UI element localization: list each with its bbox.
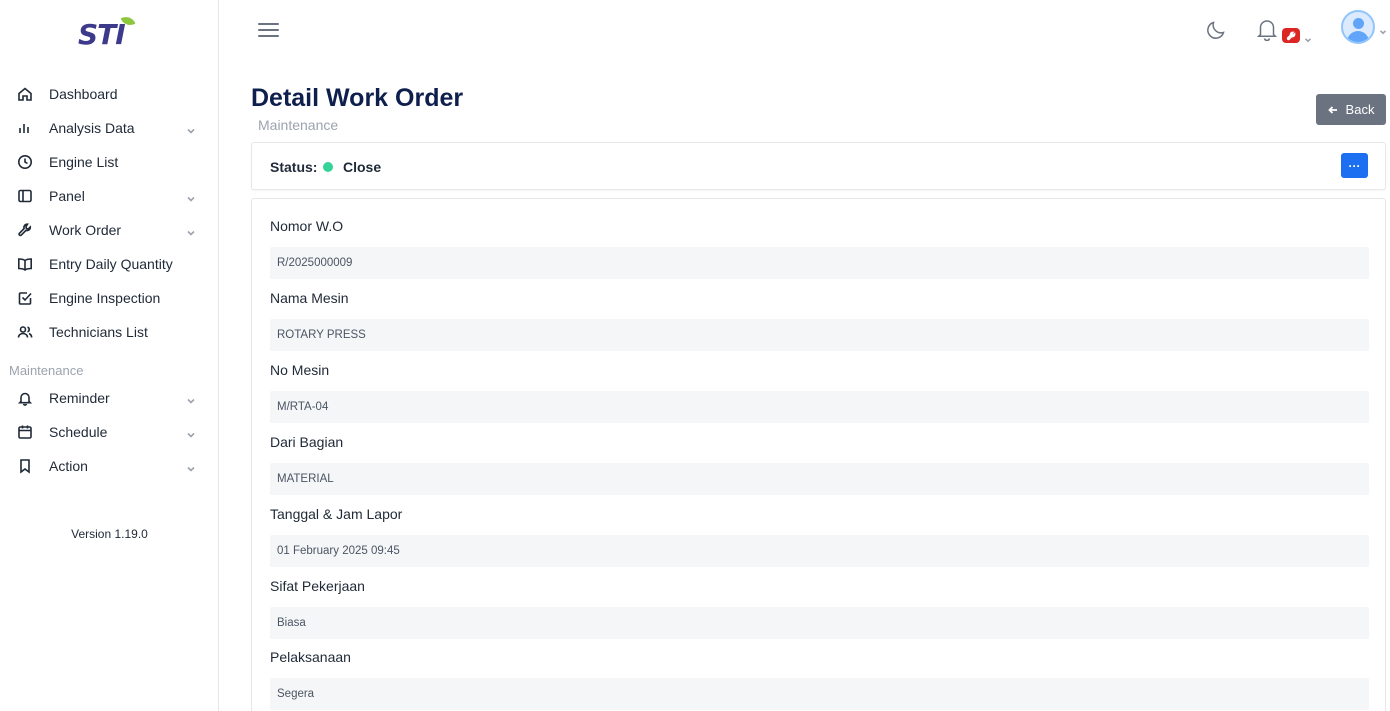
clock-icon <box>16 153 33 170</box>
field-dari-bagian: Dari Bagian MATERIAL <box>270 434 1369 495</box>
sidebar-item-technicians-list[interactable]: Technicians List <box>0 315 219 349</box>
chevron-down-icon <box>186 393 196 404</box>
wrench-icon <box>16 221 33 238</box>
sidebar-nav: Dashboard Analysis Data Engine List Pane… <box>0 77 219 483</box>
sidebar-item-schedule[interactable]: Schedule <box>0 415 219 449</box>
book-open-icon <box>16 255 33 272</box>
field-label: Tanggal & Jam Lapor <box>270 506 403 522</box>
work-order-detail-card: Nomor W.O R/2025000009 Nama Mesin ROTARY… <box>251 198 1386 711</box>
field-value: Segera <box>270 678 1369 710</box>
sidebar-item-action[interactable]: Action <box>0 449 219 483</box>
user-icon <box>1353 18 1364 29</box>
chevron-down-icon <box>186 461 196 472</box>
field-label: Pelaksanaan <box>270 649 351 665</box>
sidebar-item-reminder[interactable]: Reminder <box>0 381 219 415</box>
bookmark-icon <box>16 457 33 474</box>
sidebar-item-label: Reminder <box>49 390 110 406</box>
moon-icon <box>1207 21 1225 39</box>
panel-icon <box>16 187 33 204</box>
sidebar-item-entry-daily-quantity[interactable]: Entry Daily Quantity <box>0 247 219 281</box>
status-value: Close <box>343 159 382 175</box>
back-button[interactable]: Back <box>1316 94 1386 125</box>
sidebar: STI Dashboard Analysis Data Engine List … <box>0 0 219 711</box>
sidebar-section-maintenance: Maintenance <box>0 349 219 381</box>
sidebar-item-label: Work Order <box>49 222 122 238</box>
arrow-left-icon <box>1327 105 1337 114</box>
sidebar-item-label: Schedule <box>49 424 108 440</box>
check-square-icon <box>16 289 33 306</box>
field-value: R/2025000009 <box>270 247 1369 279</box>
field-no-mesin: No Mesin M/RTA-04 <box>270 362 1369 423</box>
page-title: Detail Work Order <box>251 84 464 112</box>
more-options-button[interactable]: ··· <box>1341 153 1368 178</box>
logo-text: STI <box>78 18 126 51</box>
field-label: Sifat Pekerjaan <box>270 578 365 594</box>
chevron-down-icon[interactable] <box>1379 23 1387 35</box>
sidebar-item-label: Analysis Data <box>49 120 135 136</box>
sidebar-item-label: Action <box>49 458 88 474</box>
bell-icon <box>16 389 33 406</box>
sidebar-item-dashboard[interactable]: Dashboard <box>0 77 219 111</box>
field-value: Biasa <box>270 607 1369 639</box>
app-version: Version 1.19.0 <box>71 527 148 541</box>
field-value: MATERIAL <box>270 463 1369 495</box>
field-label: Dari Bagian <box>270 434 344 450</box>
sidebar-item-label: Engine Inspection <box>49 290 161 306</box>
sidebar-item-analysis-data[interactable]: Analysis Data <box>0 111 219 145</box>
sidebar-item-label: Engine List <box>49 154 119 170</box>
notifications-button[interactable] <box>1254 16 1280 44</box>
users-icon <box>16 323 33 340</box>
sidebar-item-engine-inspection[interactable]: Engine Inspection <box>0 281 219 315</box>
sidebar-item-label: Panel <box>49 188 85 204</box>
bell-icon <box>1256 20 1278 42</box>
field-label: No Mesin <box>270 362 330 378</box>
dark-mode-toggle[interactable] <box>1204 18 1228 42</box>
sidebar-section-title: Maintenance <box>9 363 84 378</box>
wrench-icon <box>1286 31 1296 40</box>
chevron-down-icon <box>186 427 196 438</box>
field-nomor-wo: Nomor W.O R/2025000009 <box>270 218 1369 279</box>
bar-chart-icon <box>16 119 33 136</box>
calendar-icon <box>16 423 33 440</box>
field-sifat-pekerjaan: Sifat Pekerjaan Biasa <box>270 578 1369 639</box>
status-label: Status: <box>270 159 318 175</box>
breadcrumb: Maintenance <box>258 117 339 133</box>
field-value: ROTARY PRESS <box>270 319 1369 351</box>
field-label: Nama Mesin <box>270 290 349 306</box>
chevron-down-icon <box>186 225 196 236</box>
field-value: M/RTA-04 <box>270 391 1369 423</box>
field-tanggal-jam-lapor: Tanggal & Jam Lapor 01 February 2025 09:… <box>270 506 1369 567</box>
field-label: Nomor W.O <box>270 218 344 234</box>
sti-logo[interactable]: STI <box>78 14 138 51</box>
back-button-label: Back <box>1345 102 1375 117</box>
field-nama-mesin: Nama Mesin ROTARY PRESS <box>270 290 1369 351</box>
sidebar-item-panel[interactable]: Panel <box>0 179 219 213</box>
chevron-down-icon <box>186 123 196 134</box>
sidebar-item-label: Dashboard <box>49 86 118 102</box>
status-indicator <box>323 162 333 172</box>
sidebar-item-work-order[interactable]: Work Order <box>0 213 219 247</box>
chevron-down-icon[interactable] <box>1304 31 1312 43</box>
field-value: 01 February 2025 09:45 <box>270 535 1369 567</box>
sidebar-item-label: Technicians List <box>49 324 148 340</box>
home-icon <box>16 85 33 102</box>
status-card: Status: Close ··· <box>251 142 1386 190</box>
notification-badge <box>1282 28 1300 43</box>
sidebar-item-engine-list[interactable]: Engine List <box>0 145 219 179</box>
chevron-down-icon <box>186 191 196 202</box>
sidebar-item-label: Entry Daily Quantity <box>49 256 173 272</box>
hamburger-menu-icon[interactable] <box>258 21 279 39</box>
field-pelaksanaan: Pelaksanaan Segera <box>270 649 1369 710</box>
user-avatar[interactable] <box>1341 10 1375 44</box>
